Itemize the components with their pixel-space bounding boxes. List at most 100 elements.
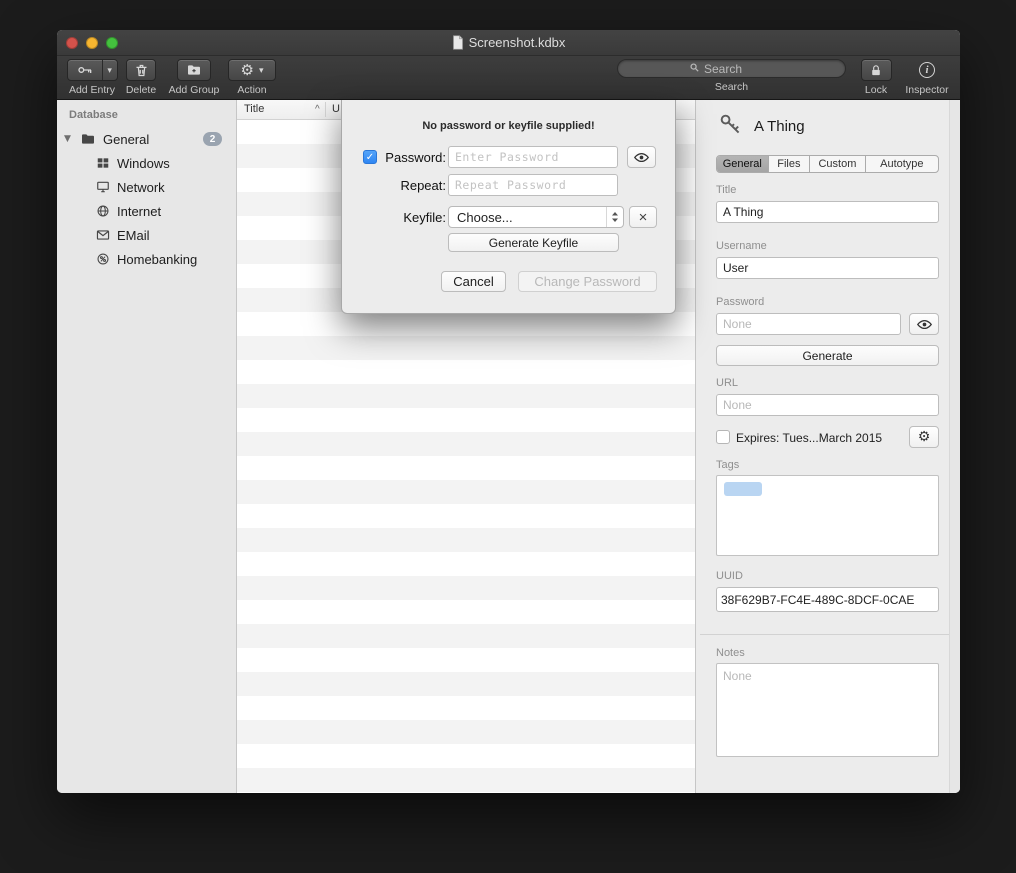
- action-item: ⚙ ▾ Action: [221, 59, 283, 96]
- generate-keyfile-button[interactable]: Generate Keyfile: [448, 233, 619, 252]
- search-field[interactable]: [617, 59, 846, 78]
- sidebar-item-label: Internet: [117, 204, 161, 219]
- window-title: Screenshot.kdbx: [469, 35, 566, 50]
- dialog-repeat-input[interactable]: [448, 174, 618, 196]
- sidebar: Database ▼ General 2 Windows: [57, 100, 237, 793]
- url-field[interactable]: [716, 394, 939, 416]
- traffic-lights: [66, 37, 118, 49]
- disclosure-triangle-icon[interactable]: ▼: [64, 134, 71, 144]
- generate-password-button[interactable]: Generate: [716, 345, 939, 366]
- cancel-button[interactable]: Cancel: [441, 271, 506, 292]
- tags-box[interactable]: [716, 475, 939, 556]
- notes-label: Notes: [716, 647, 745, 659]
- inspector-scrollbar[interactable]: [949, 100, 960, 793]
- tab-autotype[interactable]: Autotype: [866, 156, 938, 172]
- add-group-item: Add Group: [165, 59, 223, 96]
- gear-icon: ⚙: [918, 430, 931, 444]
- sidebar-group-label: General: [103, 132, 149, 147]
- key-icon: [68, 60, 102, 80]
- close-window-button[interactable]: [66, 37, 78, 49]
- add-entry-label: Add Entry: [69, 84, 115, 96]
- change-password-button[interactable]: Change Password: [518, 271, 657, 292]
- info-icon: i: [919, 62, 935, 78]
- add-group-label: Add Group: [169, 84, 220, 96]
- column-username[interactable]: U: [332, 103, 340, 115]
- chevron-down-icon[interactable]: ▾: [102, 60, 117, 80]
- sidebar-item-windows[interactable]: Windows: [57, 152, 236, 174]
- close-icon: ×: [639, 209, 648, 226]
- sidebar-item-email[interactable]: EMail: [57, 224, 236, 246]
- reveal-password-button[interactable]: [909, 313, 939, 335]
- change-password-sheet: No password or keyfile supplied! ✓ Passw…: [341, 100, 676, 314]
- globe-icon: [96, 204, 110, 218]
- dialog-repeat-label: Repeat:: [372, 178, 446, 193]
- sidebar-item-network[interactable]: Network: [57, 176, 236, 198]
- uuid-field[interactable]: [716, 587, 939, 612]
- username-label: Username: [716, 240, 767, 252]
- expires-settings-button[interactable]: ⚙: [909, 426, 939, 448]
- percent-coin-icon: [96, 252, 110, 266]
- sidebar-header: Database: [69, 109, 118, 121]
- lock-button[interactable]: [861, 59, 892, 81]
- delete-label: Delete: [126, 84, 156, 96]
- sidebar-item-label: Network: [117, 180, 165, 195]
- column-divider[interactable]: [325, 102, 326, 117]
- chevron-down-icon: ▾: [259, 65, 264, 76]
- dialog-password-input[interactable]: [448, 146, 618, 168]
- sort-asc-icon: ^: [315, 104, 320, 115]
- add-entry-item: ▾ Add Entry: [61, 59, 123, 96]
- keyfile-popup-value: Choose...: [457, 210, 513, 225]
- popup-arrows-icon: [606, 207, 623, 227]
- title-label: Title: [716, 184, 736, 196]
- folder-icon: [80, 131, 96, 147]
- password-field[interactable]: [716, 313, 901, 335]
- trash-icon: [134, 63, 149, 78]
- action-button[interactable]: ⚙ ▾: [228, 59, 276, 81]
- tab-general[interactable]: General: [717, 156, 769, 172]
- notes-field[interactable]: [716, 663, 939, 757]
- delete-button[interactable]: [126, 59, 156, 81]
- titlebar: Screenshot.kdbx: [57, 30, 960, 56]
- title-field[interactable]: [716, 201, 939, 223]
- add-entry-button[interactable]: ▾: [67, 59, 118, 81]
- tab-custom[interactable]: Custom: [810, 156, 866, 172]
- lock-label: Lock: [865, 84, 887, 96]
- sheet-message: No password or keyfile supplied!: [342, 120, 675, 132]
- inspector-button[interactable]: i: [912, 59, 943, 81]
- sidebar-item-internet[interactable]: Internet: [57, 200, 236, 222]
- action-label: Action: [237, 84, 266, 96]
- sidebar-item-homebanking[interactable]: Homebanking: [57, 248, 236, 270]
- keyfile-popup[interactable]: Choose...: [448, 206, 624, 228]
- section-divider: [700, 634, 956, 635]
- tag-chip[interactable]: [724, 482, 762, 496]
- url-label: URL: [716, 377, 738, 389]
- entry-title: A Thing: [754, 118, 805, 135]
- lock-icon: [869, 63, 883, 78]
- sidebar-group-general[interactable]: ▼ General 2: [57, 128, 236, 150]
- zoom-window-button[interactable]: [106, 37, 118, 49]
- sidebar-item-label: Windows: [117, 156, 170, 171]
- sidebar-item-label: Homebanking: [117, 252, 197, 267]
- uuid-label: UUID: [716, 570, 743, 582]
- inspector-tabs: General Files Custom Autotype: [716, 155, 939, 173]
- inspector-pane: A Thing General Files Custom Autotype Ti…: [695, 100, 960, 793]
- sidebar-item-label: EMail: [117, 228, 150, 243]
- entry-count-badge: 2: [203, 132, 222, 146]
- document-icon: [452, 35, 464, 50]
- password-label: Password: [716, 296, 764, 308]
- column-title[interactable]: Title: [244, 103, 264, 115]
- username-field[interactable]: [716, 257, 939, 279]
- clear-keyfile-button[interactable]: ×: [629, 206, 657, 228]
- reveal-password-button[interactable]: [627, 146, 656, 168]
- inspector-label: Inspector: [905, 84, 948, 96]
- expires-checkbox[interactable]: [716, 430, 730, 444]
- gear-icon: ⚙: [241, 63, 254, 78]
- tab-files[interactable]: Files: [769, 156, 811, 172]
- monitor-icon: [96, 180, 110, 194]
- add-group-button[interactable]: [177, 59, 211, 81]
- search-input[interactable]: [704, 62, 774, 76]
- folder-plus-icon: [186, 62, 202, 78]
- dialog-password-label: Password:: [372, 150, 446, 165]
- minimize-window-button[interactable]: [86, 37, 98, 49]
- lock-item: Lock: [856, 59, 896, 96]
